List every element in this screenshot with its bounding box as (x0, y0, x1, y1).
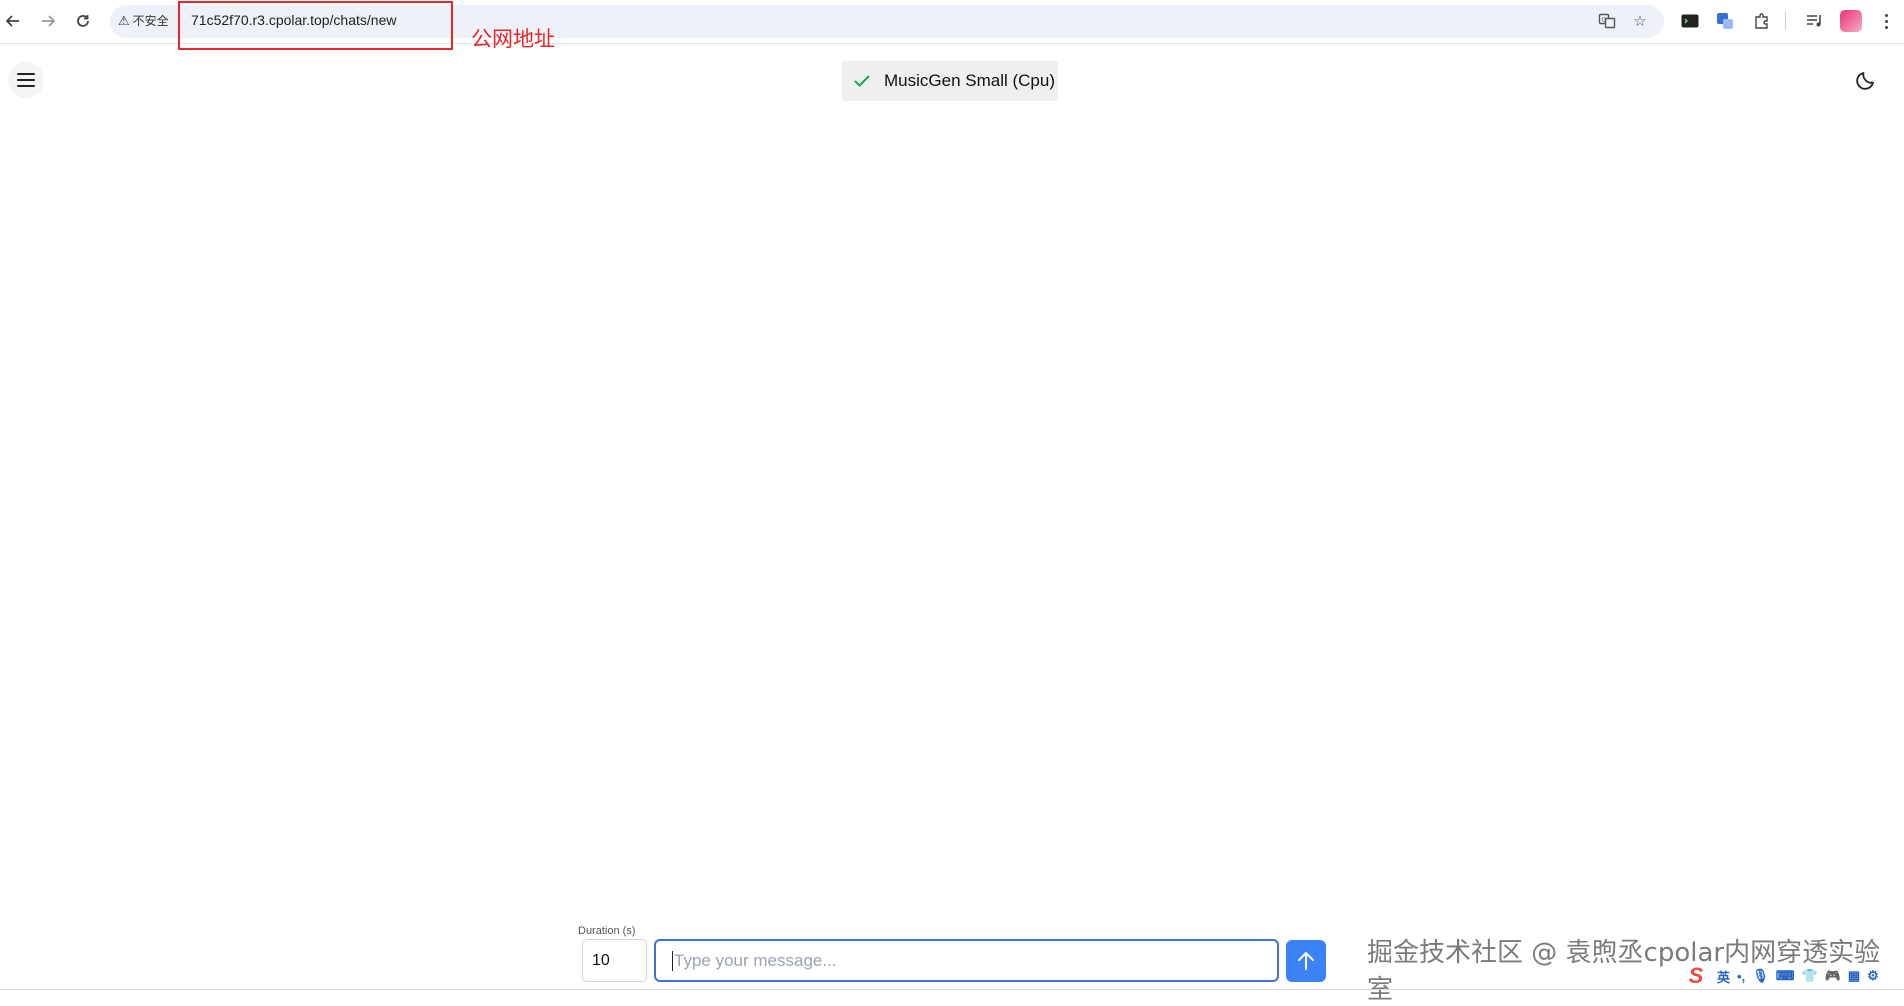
message-input[interactable]: Type your message... (654, 939, 1279, 982)
translator-extension-icon[interactable] (1714, 10, 1736, 32)
terminal-extension-icon[interactable] (1679, 10, 1701, 32)
ime-toolbar: S 英 •, 🎙 ⌨ 👕 🎮 ▦ ⚙ (1682, 963, 1904, 989)
translate-icon[interactable]: G (1596, 10, 1618, 32)
browser-menu-icon[interactable] (1878, 8, 1894, 34)
send-button[interactable] (1286, 940, 1326, 982)
reading-list-icon[interactable] (1804, 10, 1826, 32)
skin-icon[interactable]: 👕 (1801, 968, 1817, 984)
arrow-up-icon (1298, 952, 1314, 970)
ime-mode[interactable]: 英 (1717, 967, 1730, 986)
message-placeholder: Type your message... (674, 950, 837, 970)
check-icon (852, 71, 872, 91)
keyboard-icon[interactable]: ⌨ (1776, 968, 1795, 984)
game-icon[interactable]: 🎮 (1825, 968, 1841, 984)
extensions-puzzle-icon[interactable] (1751, 10, 1773, 32)
toolbox-icon[interactable]: ▦ (1848, 968, 1860, 984)
bottom-divider (0, 989, 1904, 990)
toolbar-separator (1785, 12, 1786, 30)
security-indicator[interactable]: ⚠ 不安全 (118, 12, 169, 29)
duration-input[interactable]: 10 (582, 939, 647, 982)
url-highlight-box (178, 1, 453, 50)
bookmark-star-icon[interactable]: ☆ (1629, 10, 1651, 32)
ime-settings-icon[interactable]: ⚙ (1867, 968, 1879, 984)
warning-icon: ⚠ (118, 12, 130, 28)
dark-mode-moon-icon[interactable] (1852, 66, 1880, 94)
model-label: MusicGen Small (Cpu) (884, 71, 1055, 90)
forward-icon[interactable] (36, 9, 60, 33)
url-annotation: 公网地址 (471, 27, 555, 51)
model-selector[interactable]: MusicGen Small (Cpu) (842, 61, 1058, 101)
ime-logo-icon[interactable]: S (1682, 963, 1710, 988)
svg-text:G: G (1602, 17, 1607, 24)
microphone-icon[interactable]: 🎙 (1752, 968, 1769, 984)
reload-icon[interactable] (71, 9, 95, 33)
profile-avatar[interactable] (1840, 10, 1862, 32)
punctuation-icon[interactable]: •, (1737, 969, 1745, 984)
back-icon[interactable] (1, 9, 25, 33)
security-label: 不安全 (132, 14, 169, 28)
duration-label: Duration (s) (578, 925, 636, 937)
text-caret (672, 950, 673, 971)
sidebar-toggle-button[interactable] (8, 62, 44, 98)
